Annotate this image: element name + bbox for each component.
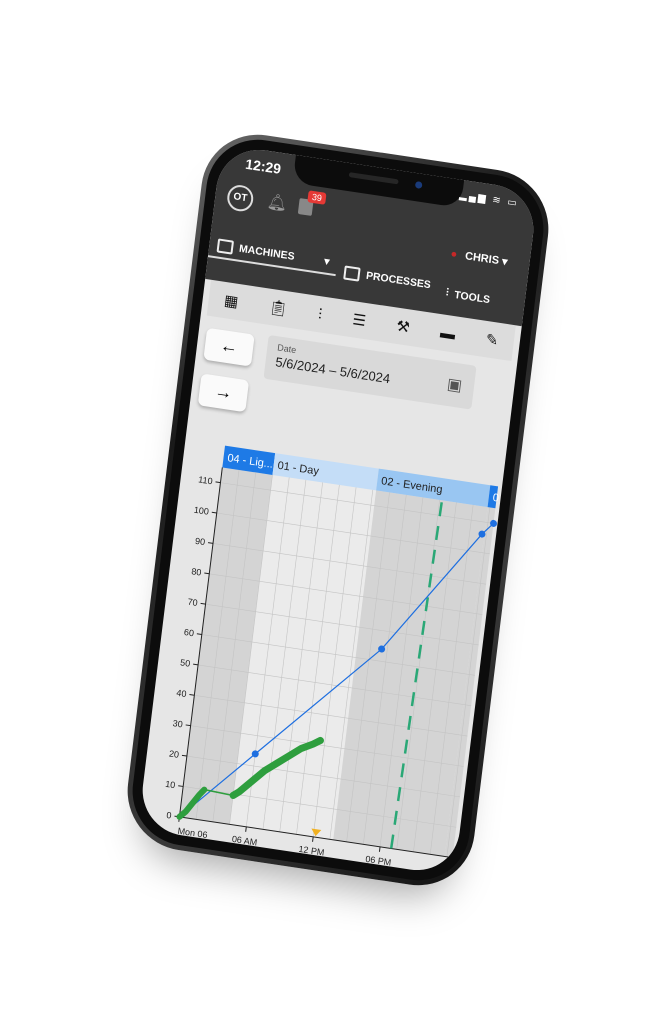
status-icons: ▂▄▆ ≋ ▭ — [458, 189, 520, 210]
x-tick — [378, 846, 381, 852]
app-screen: 12:29 ▂▄▆ ≋ ▭ OT 🔔︎ 39 ● CHRIS ▾ MACHINES… — [137, 143, 539, 877]
x-tick-label: 06 PM — [365, 854, 392, 868]
y-tick — [211, 511, 217, 514]
y-tick-label: 30 — [172, 718, 183, 729]
y-tick-label: 110 — [198, 474, 213, 486]
tab-label: TOOLS — [453, 288, 491, 306]
x-tick-label: 06 AM — [231, 834, 257, 848]
tab-tools[interactable]: ⫶ TOOLS — [437, 282, 500, 312]
clipboard-icon[interactable]: 📋︎ — [268, 298, 289, 319]
y-tick-label: 10 — [165, 779, 176, 790]
y-tick — [207, 542, 214, 544]
y-tick — [185, 724, 191, 727]
y-tick-label: 100 — [193, 505, 209, 517]
bell-icon[interactable]: 🔔︎ — [266, 191, 289, 214]
y-tick-label: 50 — [180, 657, 191, 668]
user-menu[interactable]: ● CHRIS ▾ — [450, 247, 508, 268]
calendar-icon[interactable]: ▣ — [446, 374, 463, 396]
x-tick-label: 12 PM — [298, 844, 325, 858]
phone-frame: 12:29 ▂▄▆ ≋ ▭ OT 🔔︎ 39 ● CHRIS ▾ MACHINES… — [120, 126, 556, 894]
user-name: CHRIS — [464, 250, 500, 268]
y-tick — [178, 785, 184, 787]
notification-badge: 39 — [307, 190, 327, 205]
y-tick-label: 90 — [195, 536, 206, 547]
y-tick — [196, 633, 202, 636]
y-tick — [193, 663, 199, 666]
tab-label: PROCESSES — [365, 269, 432, 292]
y-tick — [189, 694, 195, 696]
shift-label: 0 — [492, 492, 500, 505]
y-tick-label: 20 — [168, 748, 179, 759]
machine-icon — [216, 238, 235, 255]
y-tick-label: 70 — [187, 597, 198, 608]
tab-machines[interactable]: MACHINES ▾ — [207, 233, 339, 277]
user-icon: ● — [449, 247, 458, 261]
previous-button[interactable]: ← — [203, 327, 255, 367]
y-tick — [181, 754, 187, 757]
y-tick-label: 40 — [176, 688, 187, 699]
x-tick-label: Mon 06 — [177, 826, 208, 840]
chevron-down-icon[interactable]: ▾ — [323, 255, 330, 268]
y-tick-label: 0 — [166, 810, 172, 821]
y-tick — [215, 481, 221, 484]
screw-icon: ⫶ — [445, 286, 450, 299]
logo[interactable]: OT — [225, 183, 255, 214]
x-tick — [245, 826, 247, 832]
list-icon[interactable]: ☰ — [351, 310, 367, 330]
tab-label: MACHINES — [238, 242, 296, 263]
y-tick-label: 60 — [183, 627, 194, 638]
screw-icon[interactable]: ⫶ — [317, 306, 323, 323]
toolbox-icon[interactable]: ▬ — [439, 324, 456, 343]
y-tick-label: 80 — [191, 566, 202, 577]
y-tick — [200, 602, 206, 605]
process-icon — [343, 265, 361, 282]
x-tick — [312, 836, 314, 842]
calendar-icon[interactable]: ▦ — [223, 291, 239, 311]
robot-arm-icon[interactable]: ⚒ — [395, 317, 411, 337]
y-tick — [204, 572, 210, 575]
production-chart: 04 - Lig... 01 - Day02 - Evening001020304… — [165, 445, 500, 868]
pencil-icon[interactable]: ✎ — [485, 330, 500, 350]
status-time: 12:29 — [244, 155, 282, 177]
tab-processes[interactable]: PROCESSES — [335, 260, 440, 297]
